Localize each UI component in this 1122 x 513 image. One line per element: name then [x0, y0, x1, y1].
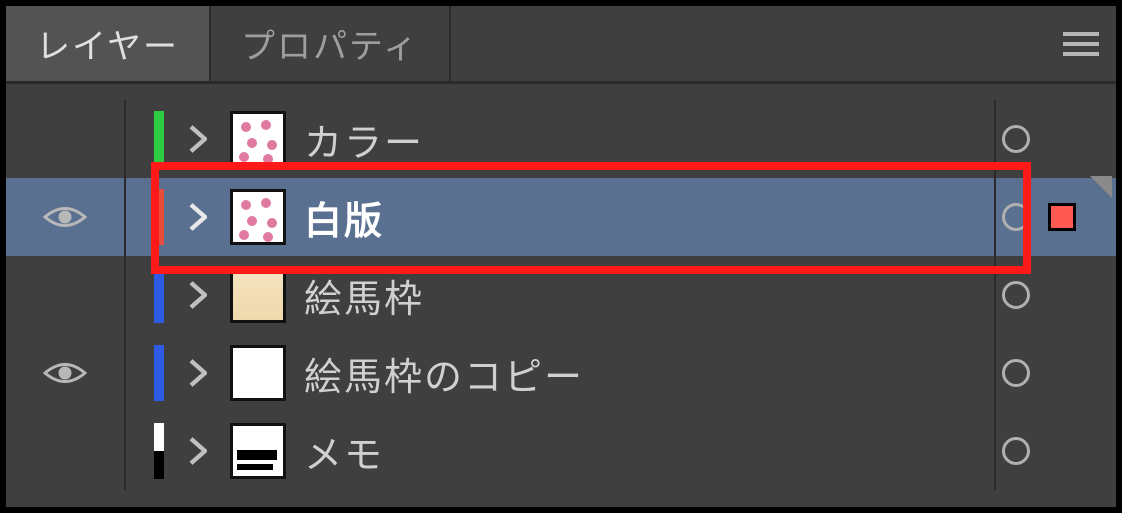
layer-end-controls: [996, 359, 1116, 387]
target-ring-icon[interactable]: [1002, 281, 1030, 309]
chevron-right-icon: [189, 437, 207, 465]
chevron-right-icon: [189, 359, 207, 387]
visibility-toggle[interactable]: [6, 202, 124, 232]
chevron-right-icon: [189, 203, 207, 231]
eye-icon: [43, 202, 87, 232]
hamburger-icon: [1063, 32, 1099, 56]
layer-name[interactable]: カラー: [304, 112, 994, 167]
separator: [124, 178, 126, 256]
separator: [124, 412, 126, 490]
tab-properties[interactable]: プロパティ: [211, 6, 451, 81]
separator: [124, 256, 126, 334]
layer-list: カラー: [6, 84, 1116, 490]
layer-row[interactable]: メモ: [6, 412, 1116, 490]
target-ring-icon[interactable]: [1002, 437, 1030, 465]
layer-colorbar: [154, 267, 164, 323]
layer-colorbar: [154, 345, 164, 401]
layer-name[interactable]: 白版: [304, 190, 994, 245]
expand-toggle[interactable]: [178, 281, 218, 309]
layer-row[interactable]: 絵馬枠: [6, 256, 1116, 334]
separator: [124, 100, 126, 178]
layer-row[interactable]: 白版: [6, 178, 1116, 256]
layer-thumbnail[interactable]: [230, 345, 286, 401]
tab-layers-label: レイヤー: [36, 19, 179, 68]
tabbar-spacer: [451, 6, 1046, 81]
layer-name[interactable]: 絵馬枠: [304, 268, 994, 323]
target-ring-icon[interactable]: [1002, 359, 1030, 387]
layer-thumbnail[interactable]: [230, 267, 286, 323]
tab-bar: レイヤー プロパティ: [6, 6, 1116, 84]
layer-end-controls: [996, 125, 1116, 153]
layer-name[interactable]: 絵馬枠のコピー: [304, 346, 994, 401]
expand-toggle[interactable]: [178, 437, 218, 465]
layer-thumbnail[interactable]: [230, 111, 286, 167]
layer-thumbnail[interactable]: [230, 189, 286, 245]
panel-menu-button[interactable]: [1046, 6, 1116, 81]
layer-end-controls: [996, 203, 1116, 231]
layer-row[interactable]: 絵馬枠のコピー: [6, 334, 1116, 412]
expand-toggle[interactable]: [178, 203, 218, 231]
visibility-toggle[interactable]: [6, 358, 124, 388]
layer-colorbar: [154, 423, 164, 479]
layer-thumbnail[interactable]: [230, 423, 286, 479]
chevron-right-icon: [189, 125, 207, 153]
layer-color-swatch[interactable]: [1048, 203, 1076, 231]
separator: [124, 334, 126, 412]
layers-panel: レイヤー プロパティ: [6, 6, 1116, 507]
window-frame: レイヤー プロパティ: [0, 0, 1122, 513]
eye-icon: [43, 358, 87, 388]
layer-end-controls: [996, 281, 1116, 309]
tab-layers[interactable]: レイヤー: [6, 6, 211, 81]
layer-name[interactable]: メモ: [304, 424, 994, 479]
layer-end-controls: [996, 437, 1116, 465]
layer-row[interactable]: カラー: [6, 100, 1116, 178]
expand-toggle[interactable]: [178, 359, 218, 387]
chevron-right-icon: [189, 281, 207, 309]
expand-toggle[interactable]: [178, 125, 218, 153]
target-ring-icon[interactable]: [1002, 125, 1030, 153]
tab-properties-label: プロパティ: [241, 19, 419, 68]
target-ring-icon[interactable]: [1002, 203, 1030, 231]
layer-colorbar: [154, 111, 164, 167]
layer-colorbar: [154, 189, 164, 245]
